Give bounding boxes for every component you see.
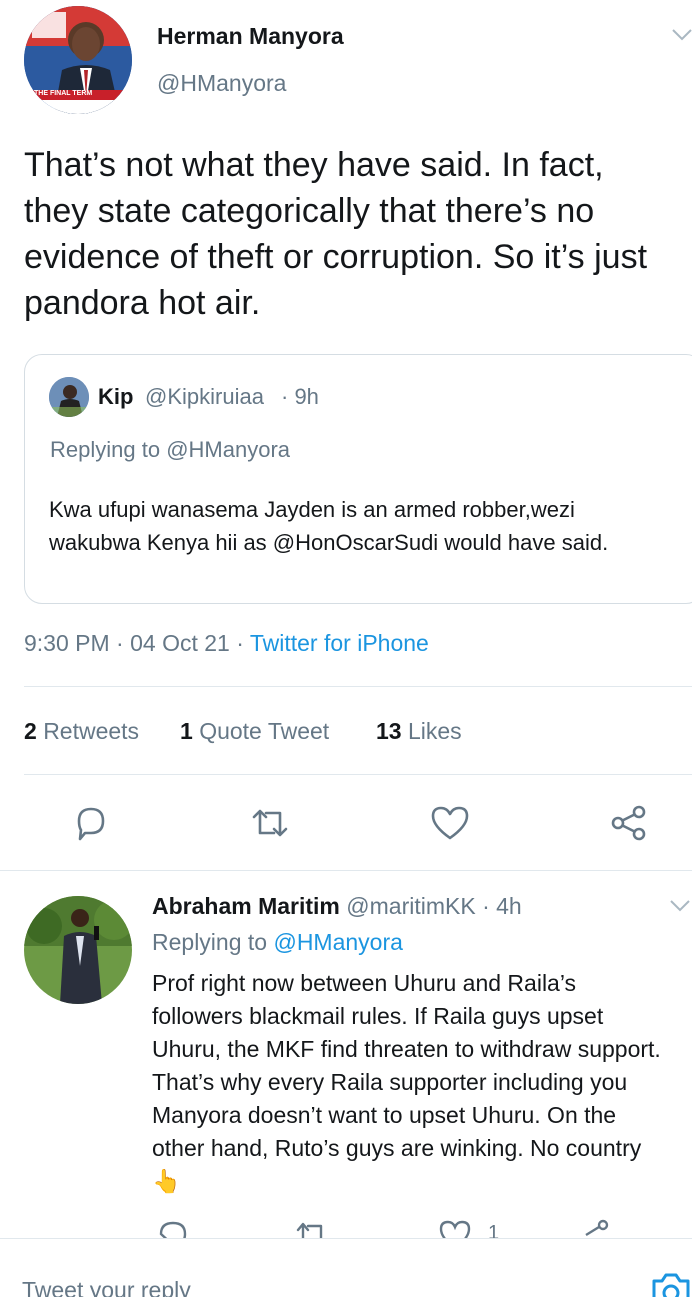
quoted-avatar (49, 377, 89, 417)
reply-like-count: 1 (488, 1222, 500, 1238)
stat-quote-tweets[interactable]: 1 Quote Tweet (180, 718, 329, 745)
quoted-replying-handle: @HManyora (166, 437, 291, 462)
reply-text-block: Prof right now between Uhuru and Raila’s… (152, 967, 662, 1198)
reply-author-name: Abraham Maritim (152, 893, 340, 919)
retweet-icon[interactable] (292, 1218, 332, 1238)
quoted-text: Kwa ufupi wanasema Jayden is an armed ro… (49, 497, 609, 555)
reply-time: · 4h (482, 893, 522, 919)
reply-author-handle: @maritimKK (346, 893, 476, 919)
camera-icon[interactable] (648, 1269, 692, 1297)
reply-avatar[interactable] (24, 896, 132, 1004)
composer-bar (0, 1239, 692, 1297)
stat-likes[interactable]: 13 Likes (376, 718, 462, 745)
source-link[interactable]: Twitter for iPhone (250, 630, 429, 656)
quoted-tweet[interactable]: Kip @Kipkiruiaa · 9h Replying to @HManyo… (24, 354, 692, 604)
share-icon[interactable] (609, 803, 649, 843)
author-name[interactable]: Herman Manyora (157, 23, 344, 50)
quoted-time: · 9h (281, 384, 319, 409)
reply-replying-handle[interactable]: @HManyora (273, 929, 402, 955)
author-handle[interactable]: @HManyora (157, 70, 286, 97)
chevron-down-icon[interactable] (670, 27, 692, 43)
timestamp: 9:30 PM · 04 Oct 21 · (24, 630, 244, 656)
pointing-up-emoji: 👆 (152, 1168, 181, 1194)
reply-input[interactable] (22, 1273, 582, 1297)
heart-icon[interactable] (438, 1218, 472, 1238)
reply-actions: 1 (0, 1216, 692, 1238)
quoted-replying-to: Replying to @HManyora (50, 437, 290, 463)
tweet-text: That’s not what they have said. In fact,… (24, 146, 648, 322)
tweet-meta: 9:30 PM · 04 Oct 21 · Twitter for iPhone (24, 630, 429, 657)
stat-label: Retweets (43, 718, 140, 744)
avatar-caption: THE FINAL TERM (34, 90, 93, 97)
retweet-icon[interactable] (246, 803, 294, 843)
stat-count: 13 (376, 718, 402, 744)
section-divider (0, 870, 692, 871)
stat-label: Quote Tweet (199, 718, 330, 744)
reply-replying-to: Replying to @HManyora (152, 929, 403, 956)
quoted-handle: @Kipkiruiaa (145, 384, 264, 409)
share-icon[interactable] (578, 1218, 612, 1238)
reply-header[interactable]: Abraham Maritim @maritimKK · 4h (152, 893, 522, 920)
reply-icon[interactable] (156, 1218, 190, 1238)
heart-icon[interactable] (429, 803, 471, 843)
stat-label: Likes (407, 718, 462, 744)
chevron-down-icon[interactable] (668, 898, 692, 914)
reply-text: Prof right now between Uhuru and Raila’s… (152, 970, 661, 1161)
avatar[interactable]: THE FINAL TERM (24, 6, 132, 114)
divider (24, 686, 692, 687)
reply-icon[interactable] (71, 803, 111, 843)
stat-count: 1 (180, 718, 193, 744)
divider (24, 774, 692, 775)
stat-retweets[interactable]: 2 Retweets (24, 718, 139, 745)
stat-count: 2 (24, 718, 37, 744)
quoted-name: Kip (98, 384, 134, 409)
reply-replying-prefix: Replying to (152, 929, 268, 955)
quoted-replying-prefix: Replying to (50, 437, 161, 462)
